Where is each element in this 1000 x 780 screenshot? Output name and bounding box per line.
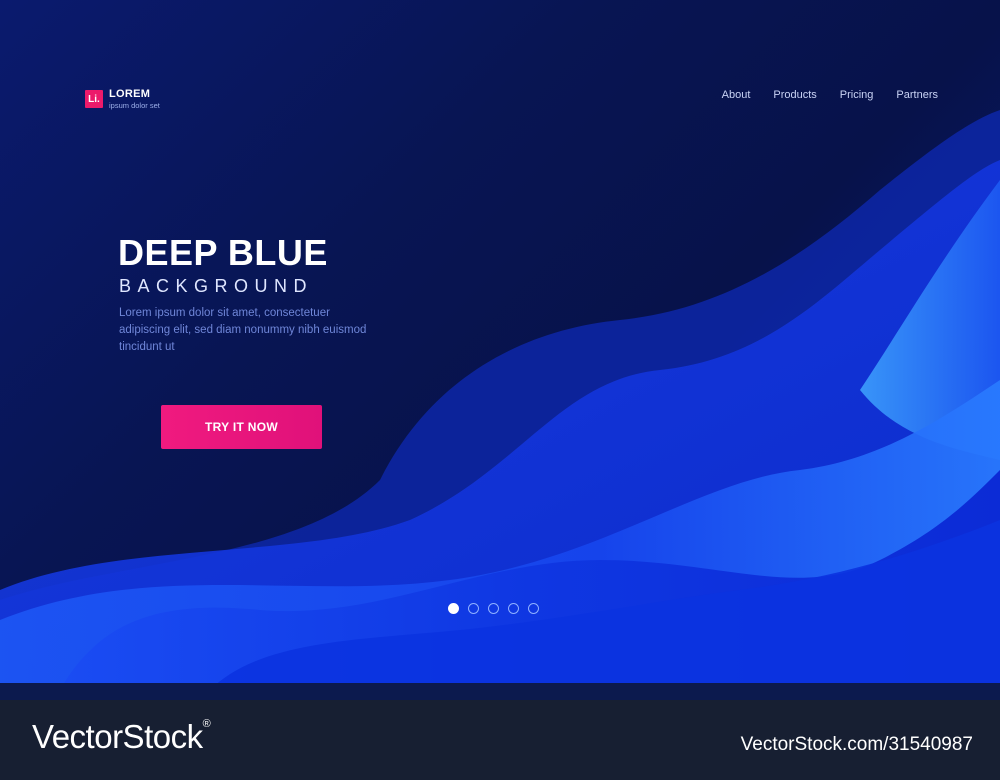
- nav-item-products[interactable]: Products: [773, 89, 816, 101]
- carousel-dot-5[interactable]: [528, 603, 539, 614]
- brand-logo[interactable]: Li. LOREM ipsum dolor set: [85, 89, 160, 110]
- try-it-now-button[interactable]: TRY IT NOW: [161, 405, 322, 449]
- nav-item-partners[interactable]: Partners: [896, 89, 938, 101]
- brand-name: LOREM: [109, 88, 151, 100]
- top-nav: About Products Pricing Partners: [722, 89, 938, 101]
- brand-tagline: ipsum dolor set: [109, 101, 160, 110]
- carousel-dot-4[interactable]: [508, 603, 519, 614]
- frame-strip: [0, 683, 1000, 700]
- nav-item-about[interactable]: About: [722, 89, 751, 101]
- carousel-dots: [448, 603, 539, 614]
- nav-item-pricing[interactable]: Pricing: [840, 89, 874, 101]
- logo-icon: Li.: [85, 90, 103, 109]
- registered-mark: ®: [202, 718, 211, 730]
- watermark-logo: VectorStock®: [32, 718, 211, 756]
- hero-description: Lorem ipsum dolor sit amet, consectetuer…: [119, 307, 367, 353]
- watermark-id: VectorStock.com/31540987: [740, 734, 973, 755]
- hero-title: DEEP BLUE: [118, 232, 328, 273]
- carousel-dot-2[interactable]: [468, 603, 479, 614]
- carousel-dot-3[interactable]: [488, 603, 499, 614]
- carousel-dot-1[interactable]: [448, 603, 459, 614]
- hero-section: Li. LOREM ipsum dolor set About Products…: [0, 0, 1000, 700]
- watermark-logo-text: VectorStock: [32, 718, 203, 755]
- hero-subtitle: BACKGROUND: [119, 276, 314, 296]
